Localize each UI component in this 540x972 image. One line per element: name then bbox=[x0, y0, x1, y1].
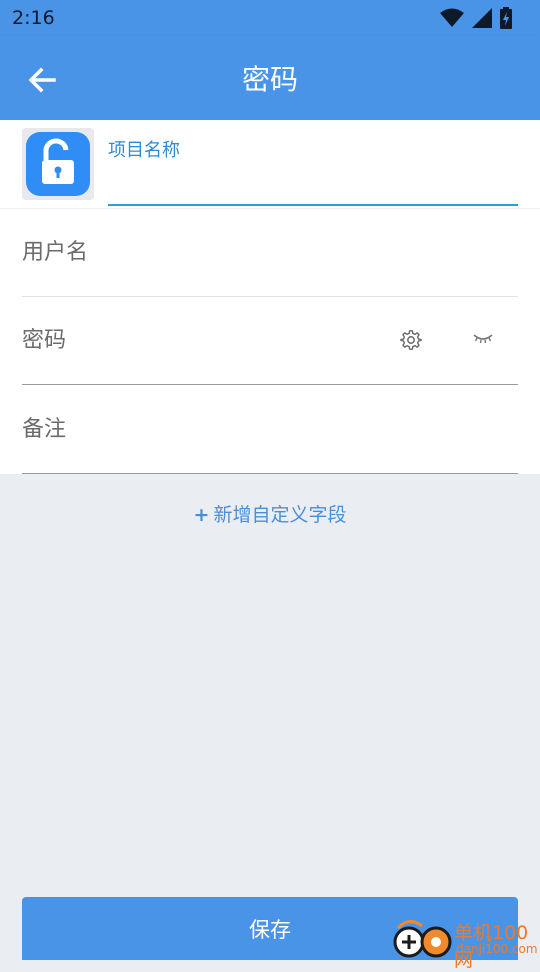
status-icons bbox=[440, 7, 512, 29]
page-title: 密码 bbox=[241, 63, 298, 96]
username-row bbox=[22, 209, 518, 297]
item-icon-picker[interactable] bbox=[22, 128, 94, 200]
unlock-icon bbox=[26, 132, 90, 196]
watermark-logo bbox=[393, 920, 452, 958]
note-underline bbox=[22, 473, 518, 474]
watermark-url: danji100.com bbox=[456, 942, 538, 956]
unlock-glyph bbox=[42, 138, 74, 184]
status-bar: 2:16 bbox=[0, 0, 540, 36]
toggle-visibility-button[interactable] bbox=[472, 331, 494, 347]
password-row bbox=[22, 297, 518, 385]
password-generator-button[interactable] bbox=[400, 329, 422, 351]
password-underline bbox=[22, 384, 518, 385]
project-name-label: 项目名称 bbox=[108, 140, 180, 161]
project-name-input[interactable] bbox=[108, 160, 518, 206]
wifi-icon bbox=[440, 8, 464, 27]
add-custom-field-label: 新增自定义字段 bbox=[213, 504, 347, 526]
gear-icon bbox=[400, 330, 422, 350]
note-row bbox=[22, 386, 518, 474]
battery-charging-icon bbox=[500, 7, 512, 29]
password-form: 项目名称 bbox=[0, 120, 540, 474]
watermark: 单机100网 danji100.com bbox=[392, 914, 540, 971]
add-custom-field-button[interactable]: + 新增自定义字段 bbox=[0, 500, 540, 527]
status-time: 2:16 bbox=[12, 7, 55, 29]
plus-icon: + bbox=[193, 504, 210, 526]
cell-signal-icon bbox=[472, 8, 492, 28]
password-input[interactable] bbox=[22, 297, 382, 383]
note-input[interactable] bbox=[22, 386, 518, 472]
eye-closed-icon bbox=[473, 334, 493, 344]
username-input[interactable] bbox=[22, 209, 518, 295]
app-bar: 密码 bbox=[0, 36, 540, 120]
